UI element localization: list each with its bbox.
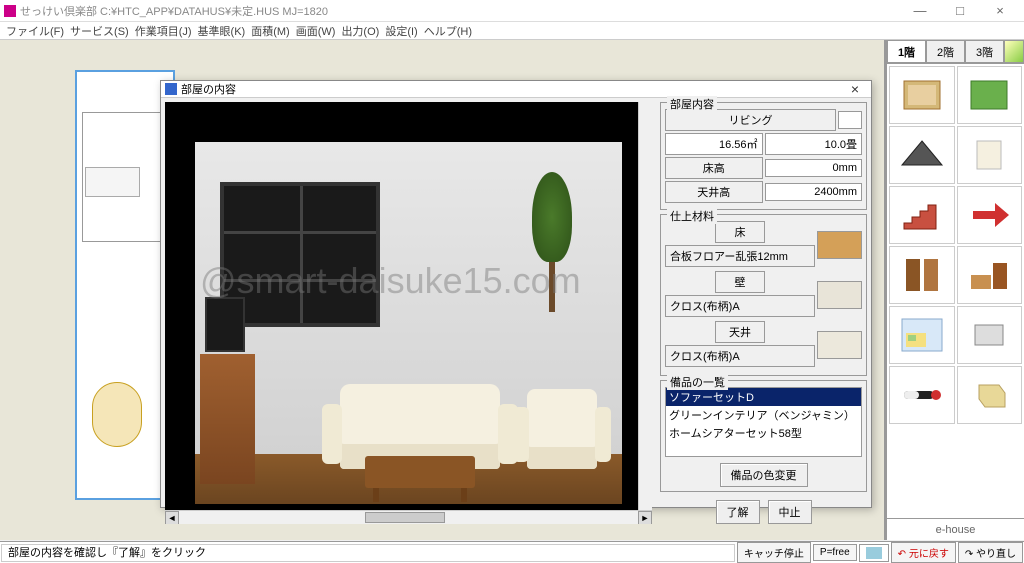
status-message: 部屋の内容を確認し『了解』をクリック (1, 544, 735, 562)
menu-settings[interactable]: 設定(I) (385, 23, 417, 39)
floor-height-value[interactable]: 0mm (765, 159, 863, 177)
mat-wall-label: 壁 (715, 271, 765, 293)
scroll-left-icon[interactable]: ◄ (165, 511, 179, 524)
preview-scrollbar-h[interactable]: ◄ ► (165, 510, 652, 524)
ceiling-height-value[interactable]: 2400mm (765, 183, 863, 201)
preview-armchair (527, 389, 597, 469)
tool-wall[interactable] (957, 126, 1023, 184)
tool-stairs[interactable] (889, 186, 955, 244)
mat-wall-swatch[interactable] (817, 281, 862, 309)
tool-marker[interactable] (889, 366, 955, 424)
preview-table (365, 456, 475, 488)
item-color-button[interactable]: 備品の色変更 (720, 463, 808, 487)
group-material-title: 仕上材料 (667, 208, 717, 224)
redo-button[interactable]: ↷ やり直し (958, 542, 1023, 563)
menu-service[interactable]: サービス(S) (70, 23, 129, 39)
dialog-title-text: 部屋の内容 (181, 81, 236, 97)
tool-tatami[interactable] (889, 66, 955, 124)
mat-floor-label: 床 (715, 221, 765, 243)
tool-bedroom[interactable] (889, 306, 955, 364)
group-items: 備品の一覧 ソファーセットD グリーンインテリア（ベンジャミン） ホームシアター… (660, 380, 867, 492)
tab-floor3[interactable]: 3階 (965, 40, 1004, 63)
cancel-button[interactable]: 中止 (768, 500, 812, 524)
group-room-title: 部屋内容 (667, 96, 717, 112)
room-3d-preview[interactable]: ◄ ► (165, 102, 652, 524)
ceiling-height-label: 天井高 (665, 181, 763, 203)
menu-help[interactable]: ヘルプ(H) (424, 23, 472, 39)
mat-wall-value[interactable]: クロス(布柄)A (665, 295, 815, 317)
mat-floor-swatch[interactable] (817, 231, 862, 259)
minimize-button[interactable]: — (900, 1, 940, 21)
tool-panel: 1階 2階 3階 e-house (886, 40, 1024, 540)
tool-arrow[interactable] (957, 186, 1023, 244)
group-items-title: 備品の一覧 (667, 374, 728, 390)
tool-roof[interactable] (889, 126, 955, 184)
floorplan-stove (85, 167, 140, 197)
dialog-close-button[interactable]: × (843, 81, 867, 97)
status-icon-1[interactable] (859, 544, 889, 562)
tab-floor1[interactable]: 1階 (887, 40, 926, 63)
floor-height-label: 床高 (665, 157, 763, 179)
list-item[interactable]: グリーンインテリア（ベンジャミン） (666, 406, 861, 424)
floorplan-table (92, 382, 142, 447)
floor-tabs: 1階 2階 3階 (887, 40, 1024, 64)
menu-screen[interactable]: 画面(W) (296, 23, 336, 39)
preview-tvunit (200, 354, 255, 484)
window-title: せっけい倶楽部 C:¥HTC_APP¥DATAHUS¥未定.HUS MJ=182… (20, 3, 328, 19)
catch-stop-button[interactable]: キャッチ停止 (737, 542, 811, 563)
tool-box[interactable] (957, 366, 1023, 424)
room-area-m2: 16.56㎡ (665, 133, 763, 155)
dialog-icon (165, 83, 177, 95)
close-button[interactable]: × (980, 1, 1020, 21)
room-dialog: 部屋の内容 × ◄ ► 部屋内容 リビング (160, 80, 872, 508)
tab-floor2[interactable]: 2階 (926, 40, 965, 63)
menu-grid[interactable]: 基準眼(K) (198, 23, 246, 39)
titlebar: せっけい倶楽部 C:¥HTC_APP¥DATAHUS¥未定.HUS MJ=182… (0, 0, 1024, 22)
app-logo-icon (4, 5, 16, 17)
room-area-tatami: 10.0畳 (765, 133, 863, 155)
statusbar: 部屋の内容を確認し『了解』をクリック キャッチ停止 P=free ↶ 元に戻す … (0, 541, 1024, 563)
dialog-buttons: 了解 中止 (660, 500, 867, 524)
mat-ceil-value[interactable]: クロス(布柄)A (665, 345, 815, 367)
list-item[interactable]: ソファーセットD (666, 388, 861, 406)
preview-tv (205, 297, 245, 352)
menu-work[interactable]: 作業項目(J) (135, 23, 192, 39)
menu-file[interactable]: ファイル(F) (6, 23, 64, 39)
tab-color-icon[interactable] (1004, 40, 1024, 63)
scroll-thumb[interactable] (365, 512, 445, 523)
room-color-swatch[interactable] (838, 111, 862, 129)
tool-furniture[interactable] (957, 246, 1023, 304)
list-item[interactable]: ホームシアターセット58型 (666, 424, 861, 442)
tool-grid (887, 64, 1024, 518)
mat-ceil-label: 天井 (715, 321, 765, 343)
group-material: 仕上材料 床 合板フロアー乱張12mm 壁 クロス(布柄)A (660, 214, 867, 376)
menu-output[interactable]: 出力(O) (341, 23, 379, 39)
tool-fixture[interactable] (957, 306, 1023, 364)
dialog-titlebar[interactable]: 部屋の内容 × (161, 81, 871, 98)
menubar: ファイル(F) サービス(S) 作業項目(J) 基準眼(K) 面積(M) 画面(… (0, 22, 1024, 40)
mat-floor-value[interactable]: 合板フロアー乱張12mm (665, 245, 815, 267)
room-name-field[interactable]: リビング (665, 109, 836, 131)
items-listbox[interactable]: ソファーセットD グリーンインテリア（ベンジャミン） ホームシアターセット58型 (665, 387, 862, 457)
scroll-right-icon[interactable]: ► (638, 511, 652, 524)
tool-lawn[interactable] (957, 66, 1023, 124)
preview-scrollbar-v[interactable] (638, 102, 652, 510)
mat-ceil-swatch[interactable] (817, 331, 862, 359)
maximize-button[interactable]: □ (940, 1, 980, 21)
preview-plant (532, 172, 572, 312)
undo-button[interactable]: ↶ 元に戻す (891, 542, 956, 563)
ok-button[interactable]: 了解 (716, 500, 760, 524)
group-room: 部屋内容 リビング 16.56㎡ 10.0畳 床高 0mm 天井高 2400mm (660, 102, 867, 210)
pfree-button[interactable]: P=free (813, 544, 857, 561)
properties-panel: 部屋内容 リビング 16.56㎡ 10.0畳 床高 0mm 天井高 2400mm (656, 98, 871, 528)
ehouse-label: e-house (887, 518, 1024, 540)
tool-door[interactable] (889, 246, 955, 304)
menu-area[interactable]: 面積(M) (251, 23, 290, 39)
